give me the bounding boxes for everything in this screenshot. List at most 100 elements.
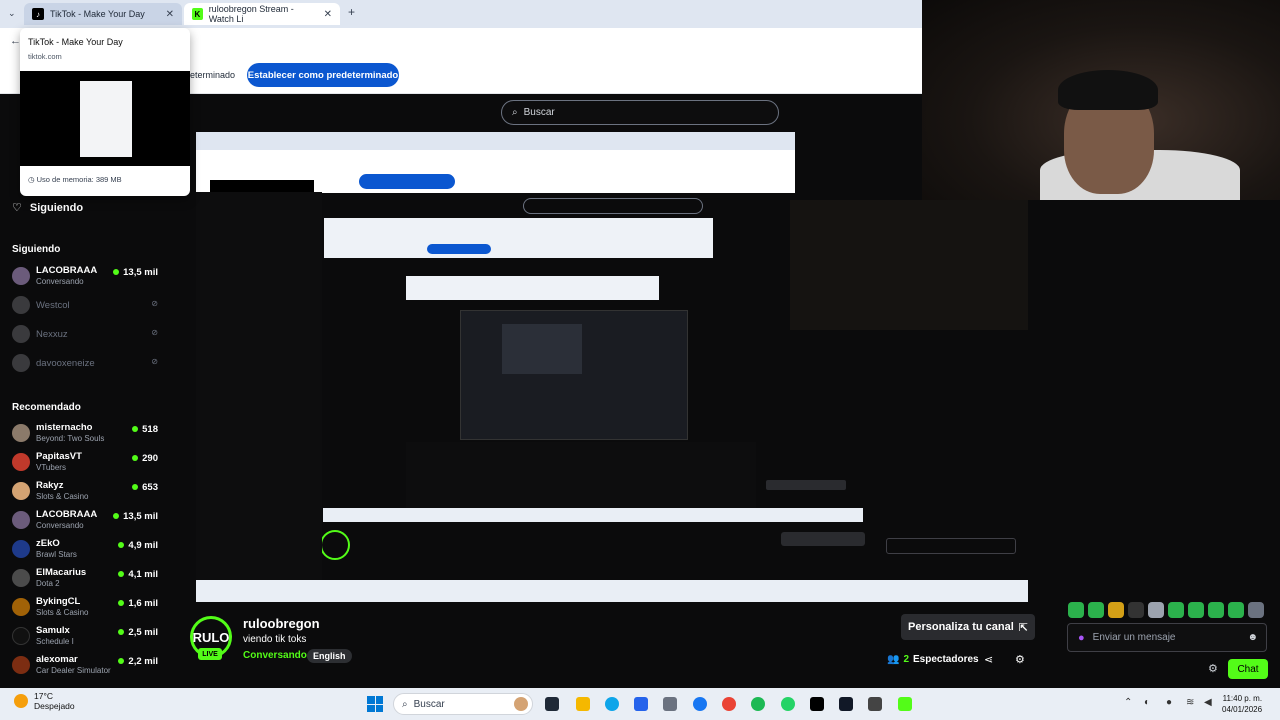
nested-set-default-button (359, 174, 455, 189)
clock-date: 04/01/2026 (1222, 705, 1263, 714)
customize-channel-button[interactable]: Personaliza tu canal ⇱ (901, 614, 1035, 640)
network-icon[interactable]: ◐ (1144, 697, 1150, 708)
preview-thumbnail (20, 71, 190, 166)
volume-icon[interactable]: ◀ (1204, 697, 1212, 708)
sidebar-channel[interactable]: misternacho Beyond: Two Souls 518 (12, 420, 162, 446)
chrome-icon[interactable] (722, 697, 736, 711)
live-dot-icon (118, 658, 125, 665)
taskbar-search-input[interactable]: ⌕ Buscar (393, 693, 533, 715)
sidebar-channel[interactable]: Westcol ⊘ (12, 292, 162, 318)
sidebar-channel[interactable]: Nexxuz ⊘ (12, 321, 162, 347)
avatar (12, 482, 30, 500)
sidebar-channel[interactable]: alexomar Car Dealer Simulator 2,2 mil (12, 652, 162, 678)
whatsapp-icon[interactable] (781, 697, 795, 711)
microphone-icon[interactable]: ● (1166, 697, 1172, 708)
channel-name: BykingCL (36, 596, 81, 607)
sidebar-channel[interactable]: davooxeneize ⊘ (12, 350, 162, 376)
windows-start-icon[interactable] (367, 696, 383, 712)
spotify-icon[interactable] (751, 697, 765, 711)
viewers-number: 2 (903, 654, 910, 665)
store-icon[interactable] (634, 697, 648, 711)
recommended-section-title: Recomendado (12, 402, 81, 413)
viewer-count: 1,6 mil (118, 598, 158, 609)
search-input[interactable]: ⌕ Buscar (501, 100, 779, 125)
banner-text: eterminado (190, 70, 236, 80)
chevron-up-icon[interactable]: ⌃ (1124, 697, 1132, 708)
emoji-icon[interactable]: ☻ (1247, 632, 1258, 643)
emote-icon[interactable] (1188, 602, 1204, 618)
emote-icon[interactable] (1108, 602, 1124, 618)
task-view-icon[interactable] (545, 697, 559, 711)
sidebar-channel[interactable]: BykingCL Slots & Casino 1,6 mil (12, 594, 162, 620)
taskbar-clock[interactable]: 11:40 p. m. 04/01/2026 (1222, 693, 1262, 715)
file-explorer-icon[interactable] (576, 697, 590, 711)
steam-icon[interactable] (839, 697, 853, 711)
following-link-label: Siguiendo (29, 202, 84, 214)
sidebar-channel[interactable]: LACOBRAAA Conversando 13,5 mil (12, 263, 162, 289)
sidebar-channel[interactable]: Rakyz Slots & Casino 653 (12, 478, 162, 504)
wifi-icon[interactable]: ≋ (1186, 697, 1194, 708)
channel-category: Conversando (36, 277, 84, 286)
sidebar-channel[interactable]: ElMacarius Dota 2 4,1 mil (12, 565, 162, 591)
following-section-title: Siguiendo (12, 244, 61, 255)
channel-category: VTubers (36, 463, 66, 472)
emote-icon[interactable] (1148, 602, 1164, 618)
avatar (12, 627, 30, 645)
streamer-name[interactable]: ruloobregon (243, 616, 320, 631)
app-icon[interactable] (868, 697, 882, 711)
sidebar-channel[interactable]: zEkO Brawl Stars 4,9 mil (12, 536, 162, 562)
sidebar-channel[interactable]: Samulx Schedule I 2,5 mil (12, 623, 162, 649)
live-dot-icon (113, 513, 120, 520)
emote-icon[interactable] (1208, 602, 1224, 618)
sidebar-channel[interactable]: LACOBRAAA Conversando 13,5 mil (12, 507, 162, 533)
sidebar-following-link[interactable]: ♡ Siguiendo (12, 201, 83, 214)
new-tab-button[interactable]: + (348, 5, 355, 19)
emote-icon[interactable] (1248, 602, 1264, 618)
nested-browser-3 (406, 276, 659, 300)
nested-logo (320, 530, 350, 560)
live-dot-icon (118, 542, 125, 549)
set-default-button[interactable]: Establecer como predeterminado (247, 63, 399, 87)
memory-usage-text: Uso de memoria: 389 MB (36, 175, 122, 184)
channel-category: Conversando (36, 521, 84, 530)
nested-customize-button-2 (781, 532, 865, 546)
channel-category: Schedule I (36, 637, 74, 646)
share-icon[interactable]: ⋖ (984, 653, 993, 666)
tab-search-chevron-icon[interactable]: ⌄ (8, 8, 16, 19)
nested-browser-tabbar (196, 132, 795, 150)
edge-icon[interactable] (605, 697, 619, 711)
send-chat-button[interactable]: Chat (1228, 659, 1268, 679)
microphone-icon[interactable]: ● (1078, 632, 1085, 644)
kick-icon[interactable] (898, 697, 912, 711)
emote-icon[interactable] (1128, 602, 1144, 618)
emote-icon[interactable] (1168, 602, 1184, 618)
avatar (12, 354, 30, 372)
tab-kick[interactable]: K ruloobregon Stream - Watch Li ✕ (184, 3, 340, 25)
tab-tiktok[interactable]: ♪ TikTok - Make Your Day ✕ (24, 3, 182, 25)
tiktok-icon[interactable] (810, 697, 824, 711)
emote-icon[interactable] (1088, 602, 1104, 618)
stream-video-player[interactable] (196, 132, 1028, 602)
close-tab-icon[interactable]: ✕ (166, 9, 174, 20)
chat-input[interactable]: ● Enviar un mensaje ☻ (1067, 623, 1267, 652)
heart-icon: ♡ (12, 202, 22, 214)
sidebar-channel[interactable]: PapitasVT VTubers 290 (12, 449, 162, 475)
viewer-count: 2,5 mil (118, 627, 158, 638)
avatar (12, 267, 30, 285)
language-badge[interactable]: English (307, 649, 352, 663)
chat-settings-icon[interactable]: ⚙ (1208, 662, 1218, 675)
close-tab-icon[interactable]: ✕ (324, 9, 332, 20)
stream-category[interactable]: Conversando (243, 650, 307, 661)
camera-icon[interactable] (663, 697, 677, 711)
emote-icon[interactable] (1068, 602, 1084, 618)
channel-category: Car Dealer Simulator (36, 666, 111, 675)
weather-widget[interactable]: 17°C Despejado (14, 691, 75, 711)
facebook-icon[interactable] (693, 697, 707, 711)
channel-category: Beyond: Two Souls (36, 434, 105, 443)
viewer-count: 13,5 mil (113, 511, 158, 522)
avatar (12, 540, 30, 558)
weather-sun-icon (14, 694, 28, 708)
user-settings-icon[interactable]: ⚙ (1015, 653, 1025, 666)
emote-icon[interactable] (1228, 602, 1244, 618)
search-placeholder: Buscar (523, 107, 555, 118)
